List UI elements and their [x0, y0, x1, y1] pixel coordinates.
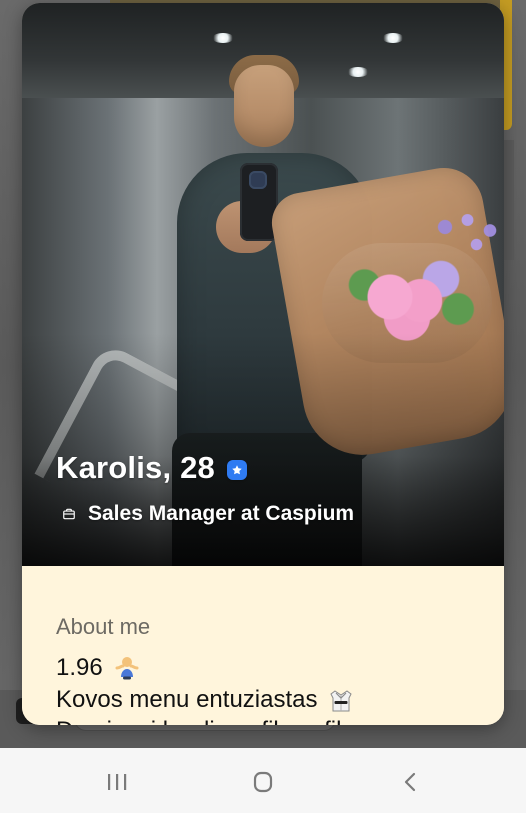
- about-martial-arts-line: Kovos menu entuziastas: [56, 686, 355, 714]
- photo-ceiling-light: [212, 33, 234, 43]
- martial-arts-uniform-icon: [327, 686, 355, 714]
- home-button[interactable]: [243, 766, 283, 798]
- about-heading: About me: [56, 614, 151, 639]
- about-height-line: 1.96: [56, 654, 141, 682]
- about-height-text: 1.96: [56, 654, 103, 681]
- photo-ceiling-light: [347, 67, 369, 77]
- person-shrugging-icon-svg: [115, 657, 139, 680]
- profile-name-row: Karolis, 28: [56, 450, 248, 486]
- person-shrugging-icon: [113, 654, 141, 682]
- verified-badge-icon: [227, 459, 248, 480]
- recents-icon: [108, 774, 127, 790]
- profile-job-row: Sales Manager at Caspium: [62, 502, 354, 526]
- profile-photo[interactable]: Karolis, 28 Sales Manager at Caspium: [22, 3, 504, 566]
- recents-button[interactable]: [97, 766, 137, 798]
- back-icon: [404, 772, 416, 792]
- verified-star-icon: [232, 464, 242, 474]
- android-navigation-bar: [0, 748, 526, 813]
- profile-job-title: Sales Manager at Caspium: [88, 502, 355, 525]
- photo-bouquet-lavender: [427, 199, 504, 269]
- profile-name-age: Karolis, 28: [56, 450, 216, 485]
- profile-card[interactable]: Karolis, 28 Sales Manager at Caspium Abo…: [22, 3, 504, 725]
- home-icon: [253, 771, 273, 793]
- about-section[interactable]: About me 1.96 Kovos menu entuziastas: [22, 566, 504, 725]
- briefcase-icon: [62, 507, 76, 521]
- briefcase-icon-svg: [63, 508, 75, 520]
- photo-phone-camera: [249, 171, 267, 189]
- about-interests-line: Domiuosi kardiom, fiksu, fiks: [56, 717, 360, 725]
- about-martial-arts-text: Kovos menu entuziastas: [56, 686, 318, 713]
- back-button[interactable]: [391, 766, 431, 798]
- martial-arts-uniform-icon-svg: [330, 690, 353, 712]
- photo-head: [234, 65, 294, 147]
- photo-ceiling-light: [382, 33, 404, 43]
